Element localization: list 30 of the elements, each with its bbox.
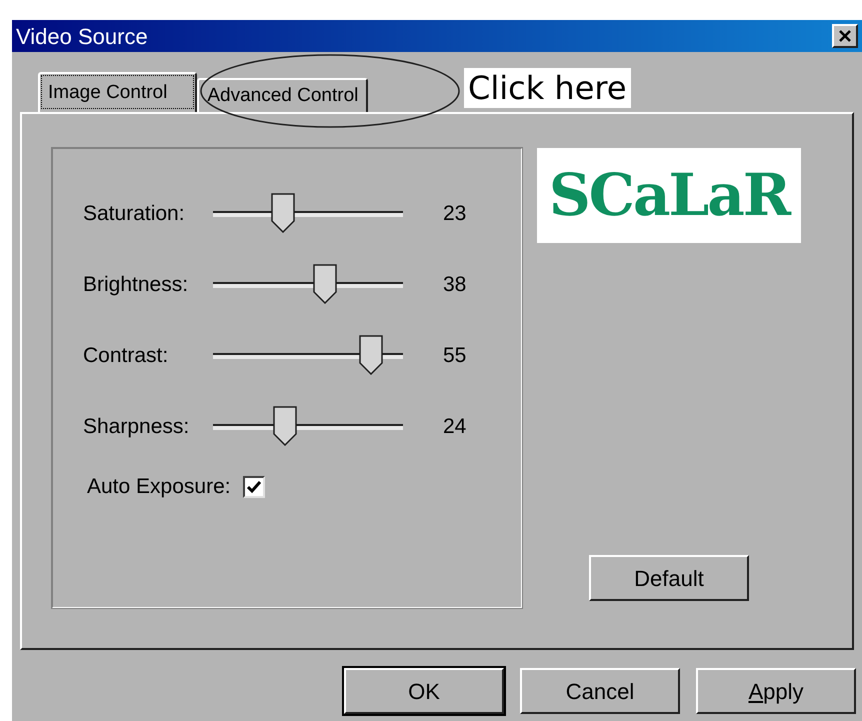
slider-label: Contrast: <box>83 342 170 369</box>
tab[interactable]: Image Control <box>38 72 198 112</box>
slider-thumb[interactable] <box>313 264 338 304</box>
dialog-button[interactable]: Cancel <box>520 668 680 714</box>
checkbox[interactable] <box>242 476 265 498</box>
dialog-button[interactable]: Apply <box>696 668 856 714</box>
slider-label: Saturation: <box>83 200 186 227</box>
slider-thumb[interactable] <box>273 406 298 446</box>
slider[interactable] <box>213 334 403 376</box>
slider[interactable] <box>213 192 403 234</box>
close-button[interactable] <box>832 24 858 48</box>
default-button[interactable]: Default <box>589 555 749 601</box>
check-icon <box>246 480 261 494</box>
annotation-label: Click here <box>464 68 631 108</box>
slider-value: 23 <box>443 200 466 227</box>
slider[interactable] <box>213 264 403 306</box>
logo-text: SCaLaR <box>548 160 790 231</box>
slider-thumb[interactable] <box>358 334 383 374</box>
checkbox-label: Auto Exposure: <box>87 474 231 500</box>
close-icon <box>838 29 852 43</box>
dialog-button[interactable]: OK <box>344 668 504 714</box>
slider-value: 38 <box>443 272 466 298</box>
slider-label: Brightness: <box>83 272 190 298</box>
slider-value: 24 <box>443 414 466 440</box>
window-title: Video Source <box>16 22 148 50</box>
slider-thumb[interactable] <box>271 192 296 232</box>
slider-value: 55 <box>443 342 466 369</box>
slider-label: Sharpness: <box>83 414 190 440</box>
tab[interactable]: Advanced Control <box>197 78 368 112</box>
slider[interactable] <box>213 406 403 448</box>
